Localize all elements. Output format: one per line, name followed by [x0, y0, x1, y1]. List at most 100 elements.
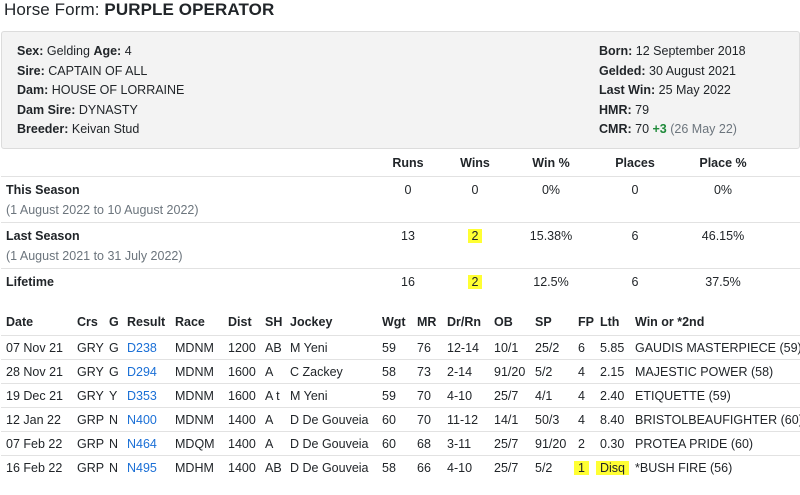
stats-cell: 46.15% [701, 229, 745, 243]
age-label: Age: [93, 44, 122, 58]
form-cell: A [265, 365, 274, 379]
form-header-cell: Result [127, 315, 166, 329]
form-cell: 8.40 [600, 413, 625, 427]
stats-cell: 6 [631, 229, 639, 243]
form-row: 16 Feb 22 GRP N N495 MDHM 1400 AB D De Gouveia 5… [1, 455, 800, 479]
form-cell: D De Gouveia [290, 461, 369, 475]
stats-cell: 37.5% [705, 275, 741, 289]
stats-cell: 12.5% [533, 275, 569, 289]
stats-row-label: Lifetime [6, 275, 54, 289]
info-left-column: Sex: Gelding Age: 4 Sire: CAPTAIN OF ALL… [17, 42, 184, 140]
form-cell: 25/2 [535, 341, 560, 355]
highlighted-length: Disq [596, 461, 630, 475]
cmr-date: (26 May 22) [666, 122, 737, 136]
form-cell: *BUSH FIRE (56) [635, 461, 733, 475]
info-sex-age: Sex: Gelding Age: 4 [17, 42, 184, 62]
form-cell: 4/1 [535, 389, 553, 403]
form-cell: MDNM [175, 341, 214, 355]
form-cell: 19 Dec 21 [6, 389, 63, 403]
highlighted-wins: 2 [467, 229, 483, 243]
form-cell: 91/20 [494, 365, 526, 379]
form-cell: 25/7 [494, 461, 519, 475]
race-result-link[interactable]: D238 [127, 341, 157, 355]
form-cell: 2 [578, 437, 585, 451]
form-cell: GAUDIS MASTERPIECE (59) [635, 341, 800, 355]
form-cell: 5/2 [535, 365, 553, 379]
form-cell: N [109, 437, 119, 451]
form-cell: 12-14 [447, 341, 479, 355]
form-cell: N [109, 413, 119, 427]
highlighted-finish-position: 1 [574, 461, 589, 475]
stats-row-label: This Season [6, 183, 80, 197]
form-cell: AB [265, 461, 282, 475]
form-row: 19 Dec 21 GRY Y D353 MDNM 1600 A t M Yeni 59 70 4-… [1, 383, 800, 407]
form-cell: MDHM [175, 461, 214, 475]
form-cell: GRP [77, 437, 105, 451]
form-cell: 50/3 [535, 413, 560, 427]
horse-name: PURPLE OPERATOR [104, 0, 275, 19]
dam-value: HOUSE OF LORRAINE [48, 83, 185, 97]
form-header-cell: FP [578, 315, 594, 329]
form-cell: 60 [382, 437, 396, 451]
form-cell: 2.40 [600, 389, 625, 403]
form-cell: ETIQUETTE (59) [635, 389, 731, 403]
form-cell: D De Gouveia [290, 437, 369, 451]
form-header-cell: Date [6, 315, 34, 329]
sire-value: CAPTAIN OF ALL [44, 63, 148, 78]
form-cell: 25/7 [494, 389, 519, 403]
stats-cell: 2 [435, 229, 515, 243]
form-cell: 68 [417, 437, 431, 451]
form-cell: GRY [77, 389, 104, 403]
form-cell: GRP [77, 413, 105, 427]
form-cell: 28 Nov 21 [6, 365, 63, 379]
race-result-link[interactable]: D353 [127, 389, 157, 403]
form-cell: 1200 [228, 341, 256, 355]
cmr-change: +3 [652, 122, 667, 136]
stats-table: Runs Wins Win % Places Place % This Season (1 … [1, 150, 800, 294]
form-cell: 07 Nov 21 [6, 341, 63, 355]
stats-row-label: Last Season [6, 229, 80, 243]
page-title: Horse Form: PURPLE OPERATOR [4, 0, 274, 20]
hmr-label: HMR: [599, 102, 632, 117]
form-cell: 58 [382, 461, 396, 475]
race-result-link[interactable]: N495 [127, 461, 157, 475]
form-cell: 1400 [228, 437, 256, 451]
form-cell: A t [265, 389, 280, 403]
form-header-cell: Wgt [382, 315, 406, 329]
form-header-cell: Jockey [290, 315, 333, 329]
form-cell: AB [265, 341, 282, 355]
breeder-label: Breeder: [17, 122, 69, 136]
info-born: Born: 12 September 2018 [599, 42, 746, 62]
form-cell: 1400 [228, 413, 256, 427]
form-cell: 4-10 [447, 389, 473, 403]
form-header-cell: Crs [77, 315, 98, 329]
race-result-link[interactable]: D294 [127, 365, 157, 379]
race-result-link[interactable]: N400 [127, 413, 157, 427]
form-cell: 59 [382, 341, 396, 355]
born-label: Born: [599, 44, 633, 58]
last-win-value: 25 May 2022 [655, 83, 731, 97]
form-cell: 1400 [228, 461, 256, 475]
form-cell: N [109, 461, 119, 475]
form-cell: 4-10 [447, 461, 473, 475]
form-cell: 2-14 [447, 365, 473, 379]
form-cell: 10/1 [494, 341, 519, 355]
form-cell: D De Gouveia [290, 413, 369, 427]
form-cell: M Yeni [290, 389, 328, 403]
dam-sire-value: DYNASTY [75, 102, 138, 117]
form-cell: 4 [578, 413, 585, 427]
info-cmr: CMR: 70 +3 (26 May 22) [599, 120, 746, 140]
form-cell: 0.30 [600, 437, 625, 451]
form-cell: M Yeni [290, 341, 328, 355]
form-cell: 70 [417, 413, 431, 427]
form-cell: GRY [77, 341, 104, 355]
race-result-link[interactable]: N464 [127, 437, 157, 451]
form-cell: 3-11 [447, 437, 472, 451]
info-breeder: Breeder: Keivan Stud [17, 120, 184, 140]
form-cell: MAJESTIC POWER (58) [635, 365, 774, 379]
form-cell: 1600 [228, 389, 256, 403]
form-cell: G [109, 365, 119, 379]
stats-row-period: (1 August 2022 to 10 August 2022) [6, 203, 199, 217]
cmr-label: CMR: [599, 122, 632, 136]
form-row: 07 Feb 22 GRP N N464 MDQM 1400 A D De Gouveia 60… [1, 431, 800, 455]
